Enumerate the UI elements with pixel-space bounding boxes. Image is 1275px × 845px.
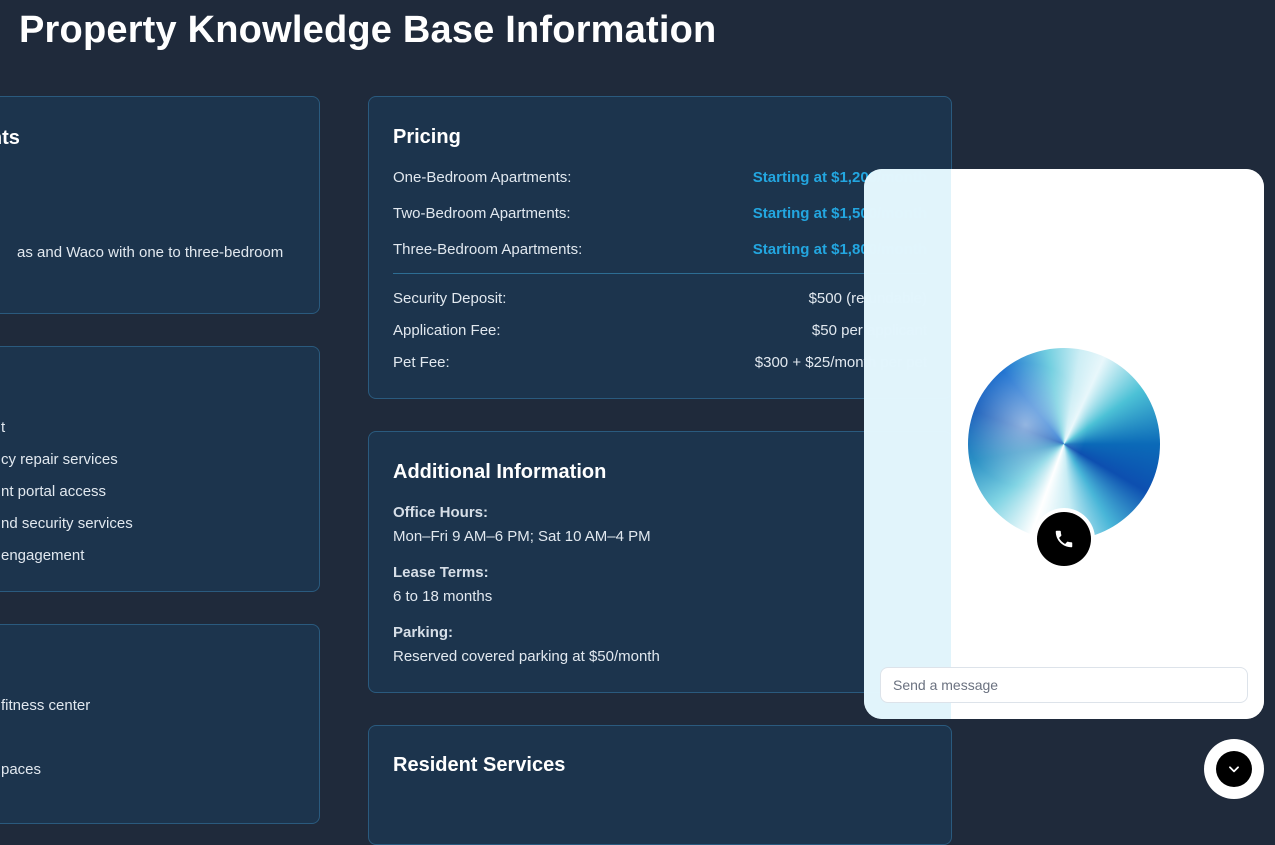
left-card-apartments: ments as and Waco with one to three-bedr… xyxy=(0,96,320,314)
info-value: 6 to 18 months xyxy=(393,588,493,605)
call-button[interactable] xyxy=(1033,508,1095,570)
additional-info-heading: Additional Information xyxy=(393,461,607,483)
left-card-services: t cy repair services nt portal access nd… xyxy=(0,346,320,592)
pricing-heading: Pricing xyxy=(393,126,461,148)
list-item: nd security services xyxy=(1,515,133,532)
price-row: One-Bedroom Apartments: Starting at $1,2… xyxy=(393,169,927,186)
fee-label: Application Fee: xyxy=(393,322,501,339)
resident-services-heading: Resident Services xyxy=(393,754,566,776)
message-input[interactable] xyxy=(880,667,1248,703)
chat-toggle-button[interactable] xyxy=(1204,739,1264,799)
info-value: Reserved covered parking at $50/month xyxy=(393,648,660,665)
fee-row: Pet Fee: $300 + $25/month per pet xyxy=(393,354,927,371)
price-label: One-Bedroom Apartments: xyxy=(393,169,572,186)
list-item: t xyxy=(1,419,6,436)
list-item: paces xyxy=(1,761,42,778)
info-value: Mon–Fri 9 AM–6 PM; Sat 10 AM–4 PM xyxy=(393,528,651,545)
chat-panel xyxy=(864,169,1264,719)
left-card-text: as and Waco with one to three-bedroom xyxy=(17,244,284,261)
info-label: Parking: xyxy=(393,624,454,641)
list-item: fitness center xyxy=(1,697,91,714)
price-row: Three-Bedroom Apartments: Starting at $1… xyxy=(393,241,927,258)
left-card-heading: ments xyxy=(0,127,20,149)
resident-services-card: Resident Services xyxy=(368,725,952,845)
left-card-amenities: fitness center paces xyxy=(0,624,320,824)
list-item: nt portal access xyxy=(1,483,107,500)
price-label: Two-Bedroom Apartments: xyxy=(393,205,571,222)
fee-row: Application Fee: $50 per applicant xyxy=(393,322,927,339)
price-label: Three-Bedroom Apartments: xyxy=(393,241,583,258)
info-label: Lease Terms: xyxy=(393,564,489,581)
page-title: Property Knowledge Base Information xyxy=(19,9,717,51)
price-row: Two-Bedroom Apartments: Starting at $1,5… xyxy=(393,205,927,222)
pricing-divider xyxy=(393,273,927,274)
info-label: Office Hours: xyxy=(393,504,489,521)
list-item: cy repair services xyxy=(1,451,118,468)
chevron-down-icon xyxy=(1229,766,1239,773)
phone-icon xyxy=(1055,530,1073,548)
fee-row: Security Deposit: $500 (refundable) xyxy=(393,290,927,307)
list-item: engagement xyxy=(1,547,85,564)
fee-label: Security Deposit: xyxy=(393,290,507,307)
fee-label: Pet Fee: xyxy=(393,354,450,371)
